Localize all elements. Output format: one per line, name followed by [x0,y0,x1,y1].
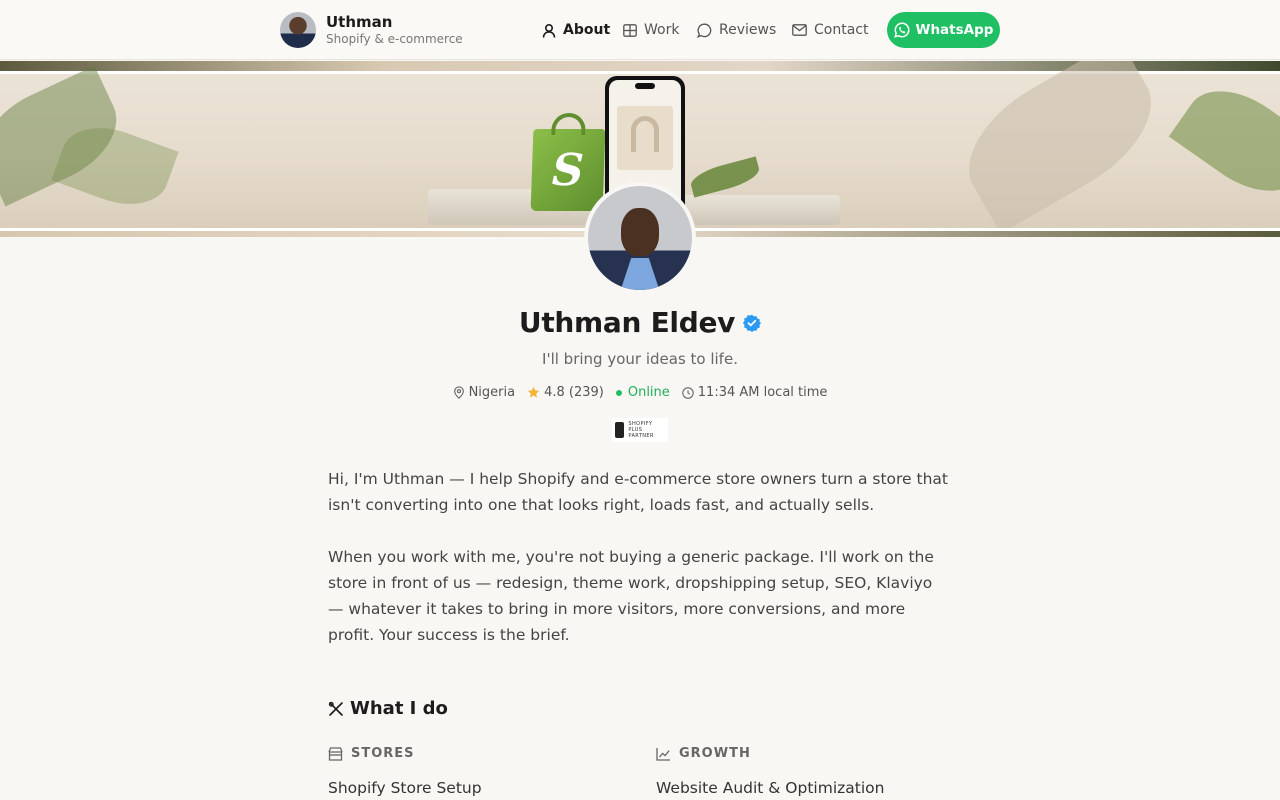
bio-section: Hi, I'm Uthman — I help Shopify and e-co… [328,466,952,648]
location: Nigeria [453,385,516,400]
online-dot-icon [615,389,622,396]
chat-bubble-icon [697,23,712,38]
local-time-text: 11:34 AM local time [697,385,828,400]
section-title-text: What I do [350,698,448,719]
shopify-plus-partner-badge: SHOPIFY PLUS PARTNER [612,418,668,442]
bio-paragraph: When you work with me, you're not buying… [328,548,934,644]
mail-icon [792,24,807,36]
verified-badge-icon [743,314,762,332]
brand-name: Uthman [326,13,393,32]
nav-contact-label: Contact [814,22,869,38]
user-icon [542,23,556,38]
brand[interactable]: Uthman Shopify & e-commerce [280,12,463,48]
whatsapp-icon [893,22,910,38]
nav-contact[interactable]: Contact [792,0,868,60]
profile-name: Uthman Eldev [518,306,736,339]
grid-icon [623,23,637,37]
status-text: Online [627,385,670,400]
nav-about-label: About [563,22,611,38]
tools-icon [328,701,343,716]
store-icon [328,746,343,761]
clock-icon [682,386,694,399]
nav-work[interactable]: Work [623,0,679,60]
profile-photo [584,182,696,294]
local-time: 11:34 AM local time [682,385,828,400]
avatar [280,12,316,48]
whatsapp-button[interactable]: WhatsApp [887,12,1000,48]
service-item[interactable]: Shopify Store Setup [328,779,482,797]
profile-name-row: Uthman Eldev [0,306,1280,339]
star-icon [527,386,540,398]
rating: 4.8 (239) [527,385,604,400]
nav-work-label: Work [644,22,680,38]
bio-paragraph: Hi, I'm Uthman — I help Shopify and e-co… [328,470,948,514]
rating-text: 4.8 (239) [544,385,604,400]
shopify-bag-image: S [530,113,606,211]
what-i-do-heading: What I do [328,698,448,719]
nav-reviews-label: Reviews [719,22,777,38]
profile-tagline: I'll bring your ideas to life. [542,350,738,368]
map-pin-icon [453,386,464,399]
partner-badge-text: SHOPIFY PLUS PARTNER [628,421,654,439]
online-status: Online [615,385,670,400]
shopify-logo-icon [615,422,625,438]
chart-icon [656,747,670,761]
category-label: GROWTH [679,746,751,761]
service-item[interactable]: Website Audit & Optimization [656,779,884,797]
category-label: STORES [351,746,415,761]
brand-subtitle: Shopify & e-commerce [326,32,463,47]
location-text: Nigeria [468,385,516,400]
nav-reviews[interactable]: Reviews [697,0,776,60]
category-growth: GROWTH [656,746,751,761]
profile-meta: Nigeria 4.8 (239) Online 11:34 AM local … [0,385,1280,400]
category-stores: STORES [328,746,415,761]
top-navbar: Uthman Shopify & e-commerce About Work R… [0,0,1280,60]
nav-about[interactable]: About [542,0,610,60]
whatsapp-label: WhatsApp [915,22,994,38]
